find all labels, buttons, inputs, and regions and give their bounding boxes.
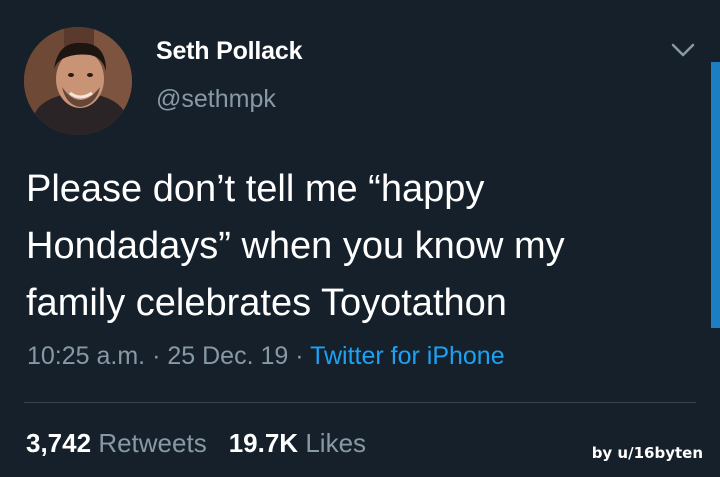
watermark-credit: by u/16byten: [591, 444, 703, 462]
retweets-label: Retweets: [98, 428, 207, 458]
tweet-text-line: Hondadays” when you know my: [26, 225, 565, 267]
tweet-text-line: Please don’t tell me “happy: [26, 168, 485, 210]
likes-count: 19.7K: [228, 428, 299, 458]
scrollbar-accent: [711, 62, 720, 328]
tweet-date[interactable]: 25 Dec. 19: [167, 342, 288, 370]
retweets-count: 3,742: [26, 428, 92, 458]
author-name[interactable]: Seth Pollack: [156, 37, 302, 66]
likes-label: Likes: [305, 428, 367, 458]
meta-separator: ·: [152, 342, 161, 370]
chevron-down-icon[interactable]: [668, 38, 698, 62]
divider: [24, 402, 696, 403]
tweet-stats: 3,742 Retweets 19.7K Likes: [26, 428, 366, 459]
tweet-text-line: family celebrates Toyotathon: [26, 282, 507, 324]
likes-stat[interactable]: 19.7K Likes: [229, 428, 366, 458]
profile-photo-icon: [24, 27, 132, 135]
tweet-time[interactable]: 10:25 a.m.: [27, 342, 145, 370]
tweet-source-link[interactable]: Twitter for iPhone: [310, 342, 505, 370]
tweet-meta: 10:25 a.m. · 25 Dec. 19 · Twitter for iP…: [27, 342, 505, 371]
tweet-text: Please don’t tell me “happy Hondadays” w…: [26, 161, 686, 332]
avatar[interactable]: [24, 27, 132, 135]
retweets-stat[interactable]: 3,742 Retweets: [26, 428, 207, 458]
author-handle[interactable]: @sethmpk: [156, 85, 276, 114]
meta-separator: ·: [295, 342, 304, 370]
tweet-card: Seth Pollack @sethmpk Please don’t tell …: [0, 0, 720, 477]
